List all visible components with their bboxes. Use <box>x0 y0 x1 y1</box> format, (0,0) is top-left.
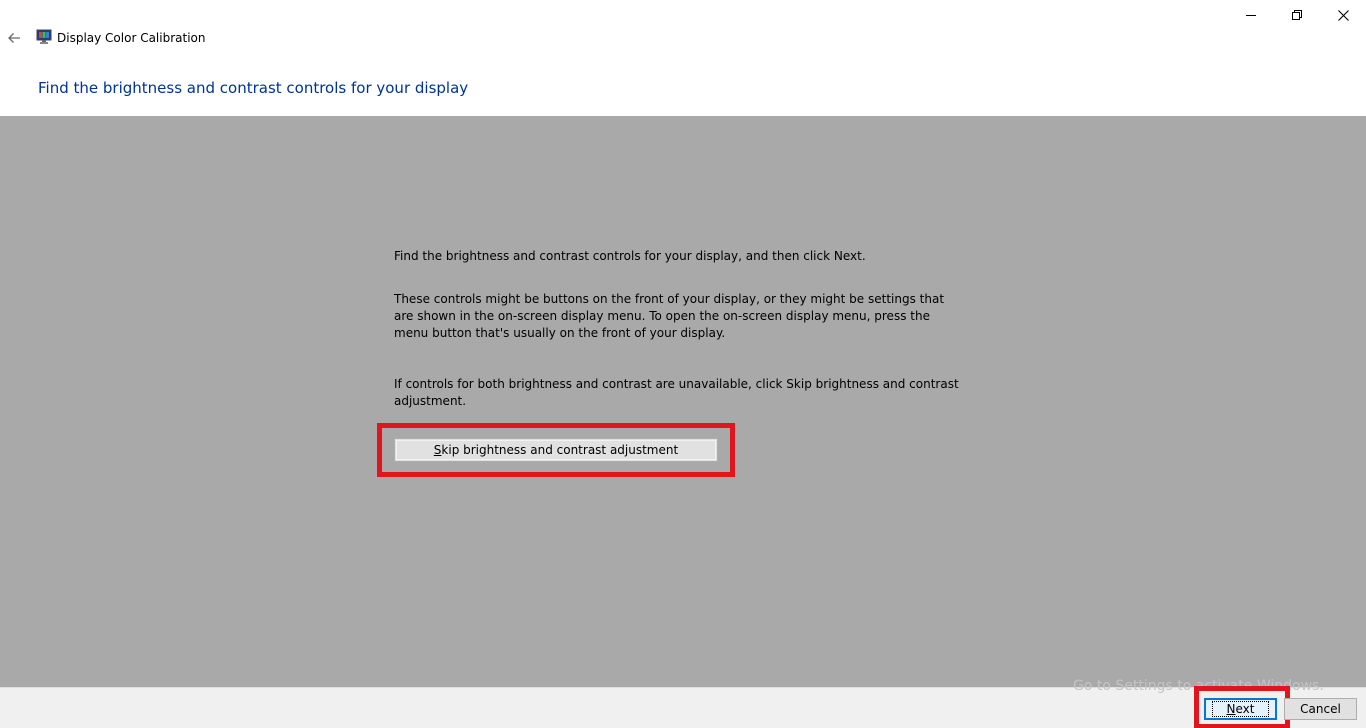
footer-bar: Go to Settings to activate Windows. Next… <box>0 678 1366 728</box>
close-icon <box>1337 9 1349 21</box>
next-button-label: ext <box>1235 702 1255 716</box>
skip-button-label: kip brightness and contrast adjustment <box>441 443 679 457</box>
window-title: Display Color Calibration <box>57 31 206 45</box>
instruction-paragraph-3: If controls for both brightness and cont… <box>394 377 959 408</box>
instruction-paragraph-1: Find the brightness and contrast control… <box>394 249 866 263</box>
next-button-focus: Next <box>1211 701 1270 717</box>
display-color-calibration-window: Display Color Calibration Find the brigh… <box>0 0 1366 728</box>
skip-button-access-key: S <box>433 443 442 457</box>
minimize-icon <box>1246 15 1256 16</box>
instruction-paragraph-2: These controls might be buttons on the f… <box>394 292 945 340</box>
restore-button[interactable] <box>1274 0 1320 30</box>
skip-brightness-contrast-button[interactable]: Skip brightness and contrast adjustment <box>394 438 718 462</box>
close-button[interactable] <box>1320 0 1366 30</box>
instruction-panel: Find the brightness and contrast control… <box>0 116 1366 687</box>
next-button[interactable]: Next <box>1204 698 1277 720</box>
minimize-button[interactable] <box>1228 0 1274 30</box>
back-arrow-icon[interactable] <box>4 28 24 48</box>
next-button-access-key: N <box>1226 702 1236 716</box>
restore-icon <box>1292 10 1302 20</box>
cancel-button[interactable]: Cancel <box>1284 698 1357 720</box>
display-calibration-icon <box>36 29 52 45</box>
title-bar: Display Color Calibration <box>0 0 1366 58</box>
page-heading: Find the brightness and contrast control… <box>38 79 469 97</box>
